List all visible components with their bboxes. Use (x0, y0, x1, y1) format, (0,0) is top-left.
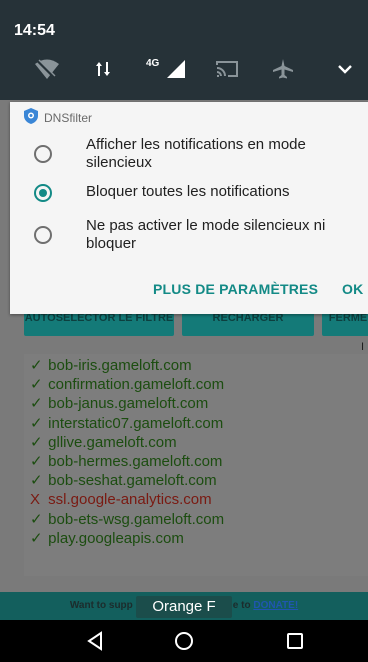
domain-row: ✓ interstatic07.gameloft.com (30, 414, 224, 432)
navigation-bar (0, 620, 368, 662)
app-marker-text: I (361, 341, 365, 353)
back-icon[interactable] (80, 627, 110, 655)
domain-row: ✓ play.googleapis.com (30, 529, 184, 547)
notification-header: DNSfilter (24, 107, 93, 129)
silent-option-label: Afficher les notifications en mode silen… (86, 136, 306, 171)
wifi-off-icon[interactable] (32, 56, 62, 82)
domain-row: ✓ confirmation.gameloft.com (30, 376, 225, 394)
dnsfilter-shield-icon (24, 107, 38, 129)
app-name-label: DNSfilter (44, 111, 93, 125)
expand-chevron-icon[interactable] (330, 56, 360, 82)
domain-row-blocked: X ssl.google-analytics.com (30, 491, 212, 509)
recents-icon[interactable] (280, 627, 310, 655)
notification-shade: 14:54 4G (0, 0, 368, 100)
neither-option-label: Ne pas activer le mode silencieux ni blo… (86, 217, 326, 252)
4g-signal-icon[interactable]: 4G (144, 56, 190, 82)
option-silent[interactable]: Afficher les notifications en mode silen… (10, 134, 368, 174)
notification-actions: PLUS DE PARAMÈTRES OK (10, 281, 368, 301)
status-time: 14:54 (14, 22, 55, 39)
domain-row: ✓ bob-ets-wsg.gameloft.com (30, 510, 225, 528)
carrier-toast: Orange F (136, 596, 232, 618)
block-all-option-label: Bloquer toutes les notifications (86, 183, 290, 200)
home-icon[interactable] (169, 627, 199, 655)
option-block-all[interactable]: Bloquer toutes les notifications (10, 180, 368, 206)
data-arrows-icon[interactable] (88, 56, 118, 82)
donate-link[interactable]: DONATE! (253, 600, 298, 611)
domain-row: ✓ bob-hermes.gameloft.com (30, 453, 223, 471)
domain-log-list: ✓ bob-iris.gameloft.com ✓ confirmation.g… (30, 356, 224, 548)
option-neither[interactable]: Ne pas activer le mode silencieux ni blo… (10, 215, 368, 255)
quick-settings-row: 4G (0, 56, 368, 82)
domain-row: ✓ bob-iris.gameloft.com (30, 357, 192, 374)
more-settings-button[interactable]: PLUS DE PARAMÈTRES (153, 281, 318, 297)
domain-row: ✓ gllive.gameloft.com (30, 433, 177, 451)
neither-radio[interactable] (34, 226, 52, 244)
domain-row: ✓ bob-seshat.gameloft.com (30, 472, 217, 490)
notification-card: DNSfilter Afficher les notifications en … (10, 102, 368, 314)
cast-icon[interactable] (212, 56, 242, 82)
airplane-mode-icon[interactable] (268, 56, 298, 82)
domain-row: ✓ bob-janus.gameloft.com (30, 395, 209, 413)
silent-radio[interactable] (34, 145, 52, 163)
block-all-radio[interactable] (34, 184, 52, 202)
ok-button[interactable]: OK (342, 281, 363, 297)
